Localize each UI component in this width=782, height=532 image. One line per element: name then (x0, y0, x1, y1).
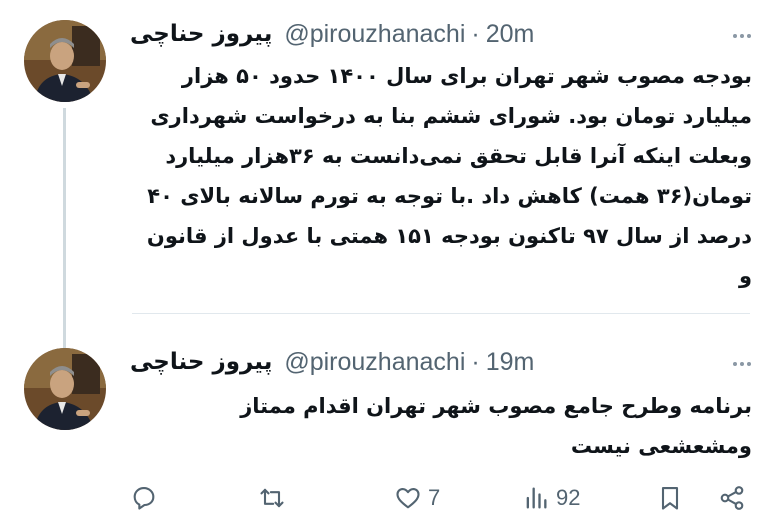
tweet-2[interactable]: پیروز حناچی @pirouzhanachi · 19m برنامه … (0, 334, 782, 532)
separator-dot: · (471, 19, 480, 48)
author-handle[interactable]: @pirouzhanachi (284, 348, 465, 377)
tweet-text-line: برنامه وطرح جامع مصوب شهر تهران اقدام مم… (240, 394, 752, 418)
tweet-text-line: تومان(۳۶ همت) کاهش داد .با توجه به تورم … (147, 184, 752, 208)
bookmark-button[interactable] (656, 478, 684, 518)
views-count: 92 (556, 485, 581, 510)
tweet-text-line: ومشعشعی نیست (570, 434, 752, 458)
avatar[interactable] (24, 20, 106, 102)
tweet-text-line: و (738, 264, 752, 288)
tweet-header: پیروز حناچی @pirouzhanachi · 19m (130, 344, 534, 380)
views-icon (526, 487, 547, 509)
separator-dot: · (471, 347, 480, 376)
tweet-text: بودجه مصوب شهر تهران برای سال ۱۴۰۰ حدود … (126, 56, 752, 296)
retweet-icon (260, 488, 284, 508)
tweet-header: پیروز حناچی @pirouzhanachi · 20m (130, 16, 534, 52)
tweet-text-line: بودجه مصوب شهر تهران برای سال ۱۴۰۰ حدود … (181, 64, 752, 88)
more-options-icon[interactable] (732, 26, 752, 46)
heart-icon (396, 487, 420, 509)
tweet-text-line: وبعلت اینکه آنرا قابل تحقق نمی‌دانست به … (165, 144, 752, 168)
reply-button[interactable] (130, 478, 158, 518)
bookmark-icon (661, 487, 679, 510)
author-name[interactable]: پیروز حناچی (130, 349, 272, 375)
tweet-text: برنامه وطرح جامع مصوب شهر تهران اقدام مم… (126, 386, 752, 466)
author-name[interactable]: پیروز حناچی (130, 21, 272, 47)
tweet-text-line: میلیارد تومان بود. شورای ششم بنا به درخو… (150, 104, 752, 128)
like-button[interactable]: 7 (394, 478, 440, 518)
author-handle[interactable]: @pirouzhanachi (284, 20, 465, 49)
avatar[interactable] (24, 348, 106, 430)
timestamp[interactable]: 19m (486, 348, 535, 377)
tweet-1[interactable]: پیروز حناچی @pirouzhanachi · 20m بودجه م… (0, 0, 782, 312)
share-icon (720, 486, 744, 510)
retweet-button[interactable] (258, 478, 286, 518)
avatar-image (24, 348, 106, 430)
tweet-divider (132, 313, 750, 314)
timestamp[interactable]: 20m (486, 20, 535, 49)
tweet-actions-bar: 7 92 (126, 478, 756, 518)
tweet-text-line: درصد از سال ۹۷ تاکنون بودجه ۱۵۱ همتی با … (146, 224, 752, 248)
more-options-icon[interactable] (732, 354, 752, 374)
share-button[interactable] (718, 478, 746, 518)
like-count: 7 (428, 485, 441, 510)
views-button[interactable]: 92 (522, 478, 580, 518)
reply-icon (133, 487, 155, 510)
avatar-image (24, 20, 106, 102)
